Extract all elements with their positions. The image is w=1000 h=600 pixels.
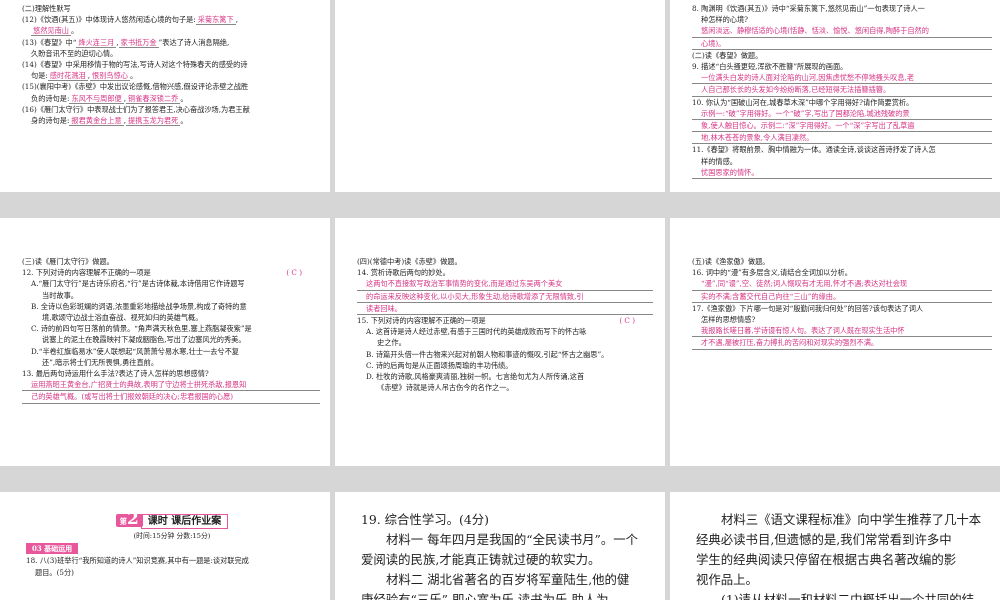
panel-chunwang: 8. 陶渊明《饮酒(其五)》诗中“采菊东篱下,悠然见南山”一句表现了诗人一 种怎… [670, 0, 1000, 192]
section-heading: (五)读《渔家傲》做题。 [692, 257, 770, 266]
option-b: B. 诗篇开头借一件古物来兴起对前朝人物和事迹的慨叹,引起“怀古之幽思”。 [366, 349, 609, 359]
option-a: A. 这首诗是诗人经过赤壁,有感于三国时代的英雄成败而写下的怀古咏 [366, 327, 587, 337]
section-heading: (三)读《雁门太守行》做题。 [22, 257, 114, 266]
question-16: (16)《雁门太守行》中表现战士们为了报答君王,决心奋战沙场,为君王献 [22, 104, 250, 114]
material-1: 材料一 每年四月是我国的“全民读书月”。一个 [386, 532, 639, 547]
question-15: (15)(襄阳中考)《赤壁》中发出议论感慨,借物兴感,假设评论赤壁之战胜 [22, 82, 249, 92]
option-a: A.“雁门太守行”是古诗乐府名,“行”是古诗体裁,本诗借用它作诗题写 [31, 279, 245, 289]
question-12: (12)《饮酒(其五)》中体现诗人悠然闲适心境的句子是: 采菊东篱下, [22, 15, 238, 26]
option-d: D. 杜牧的诗歌,风格豪爽清丽,独树一帜。七言绝句尤为人所传诵,这首 [366, 372, 585, 382]
section-heading: (四)(常德中考)读《赤壁》做题。 [357, 257, 462, 266]
subquestion-1: (1)请从材料一和材料二中概括出一个共同的结 [721, 592, 974, 600]
question-9: 9. 描述“白头搔更短,浑欲不胜簪”所展现的画面。 [692, 62, 848, 72]
panel-yujiaao: (五)读《渔家傲》做题。 16. 词中的“漫”有多层含义,请结合全词加以分析。 … [670, 218, 1000, 466]
panel-homework-header: 第2 课时 课后作业案 (时间:15分钟 分数:15分) 03 基础运用 18. … [0, 492, 330, 600]
material-2: 材料二 湖北省著名的百岁将军童陆生,他的健 [386, 572, 630, 587]
question-15: 15. 下列对诗的内容理解不正确的一项是( C ) [357, 316, 635, 326]
time-score: (时间:15分钟 分数:15分) [133, 532, 211, 541]
option-c: C. 诗的后两句是从正面颂扬周瑜的丰功伟绩。 [366, 360, 513, 370]
question-10: 10. 你认为“国破山河在,城春草木深”中哪个字用得好?请作简要赏析。 [692, 97, 914, 107]
material-3: 材料三《语文课程标准》向中学生推荐了几十本 [721, 512, 982, 527]
question-14: 14. 赏析诗歌后两句的妙处。 [357, 268, 450, 278]
panel-blank [335, 0, 665, 192]
lesson-header: 第2 课时 课后作业案 [26, 511, 318, 530]
question-19: 19. 综合性学习。(4分) [361, 512, 489, 527]
panel-yanmen: (三)读《雁门太守行》做题。 12. 下列对诗的内容理解不正确的一项是( C )… [0, 218, 330, 466]
question-11: 11.《春望》将眼前景、胸中情融为一体。通读全诗,谈谈这首诗抒发了诗人怎 [692, 145, 936, 155]
question-8: 8. 陶渊明《饮酒(其五)》诗中“采菊东篱下,悠然见南山”一句表现了诗人一 [692, 4, 925, 13]
question-13: (13)《春望》中“ 烽火连三月, 家书抵万金 ”表达了诗人消息隔绝, [22, 37, 230, 48]
section-tag: 03 基础运用 [26, 543, 79, 555]
panel-material-3: 材料三《语文课程标准》向中学生推荐了几十本 经典必读书目,但遗憾的是,我们常常看… [670, 492, 1000, 600]
question-12: 12. 下列对诗的内容理解不正确的一项是( C ) [22, 268, 302, 278]
question-18: 18. 八(3)班举行“我所知道的诗人”知识竞赛,其中有一题是:谈对联完成 [26, 556, 249, 566]
section-heading: (二)读《春望》做题。 [692, 50, 763, 60]
question-13: 13. 最后两句诗运用什么手法?表达了诗人怎样的思想感情? [22, 369, 209, 379]
option-b: B. 全诗以色彩斑斓的词语,浓墨重彩地描绘战争场景,构成了奇特的意 [31, 301, 247, 311]
section-heading: (二)理解性默写 [22, 4, 71, 13]
question-14: (14)《春望》中采用移情于物的写法,写诗人对这个特殊春天的感受的诗 [22, 60, 248, 70]
question-16: 16. 词中的“漫”有多层含义,请结合全词加以分析。 [692, 268, 852, 278]
panel-material-1-2: 19. 综合性学习。(4分) 材料一 每年四月是我国的“全民读书月”。一个 爱阅… [335, 492, 665, 600]
option-c: C. 诗的前四句写日落前的情景。“角声满天秋色里,塞上燕脂凝夜紫”是 [31, 324, 252, 334]
panel-dictation: (二)理解性默写 (12)《饮酒(其五)》中体现诗人悠然闲适心境的句子是: 采菊东… [0, 0, 330, 192]
question-17: 17.《渔家傲》下片哪一句是对“殷勤问我归何处”的回答?该句表达了词人 [692, 303, 924, 313]
option-d: D.“半卷红旗临易水”使人联想起“风萧萧兮易水寒,壮士一去兮不复 [31, 346, 239, 356]
panel-chibi: (四)(常德中考)读《赤壁》做题。 14. 赏析诗歌后两句的妙处。 这两句不直接… [335, 218, 665, 466]
